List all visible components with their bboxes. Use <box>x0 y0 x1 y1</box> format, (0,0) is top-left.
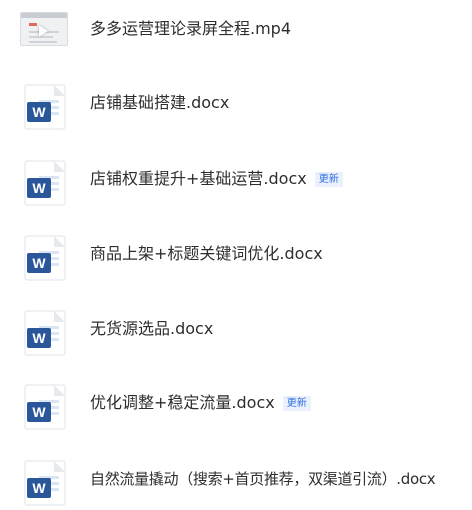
file-name-text: 多多运营理论录屏全程.mp4 <box>90 19 292 38</box>
file-name: 多多运营理论录屏全程.mp4 <box>90 19 291 39</box>
file-name: 店铺基础搭建.docx <box>90 93 229 113</box>
file-name-text: 无货源选品.docx <box>90 319 214 338</box>
update-badge: 更新 <box>314 172 343 187</box>
svg-text:W: W <box>32 255 46 271</box>
file-row-word[interactable]: W 无货源选品.docx <box>0 304 472 360</box>
file-row-word[interactable]: W 自然流量撬动（搜索+首页推荐，双渠道引流）.docx <box>0 454 472 510</box>
svg-text:W: W <box>32 180 46 196</box>
file-name-text: 店铺基础搭建.docx <box>90 93 230 112</box>
file-row-word[interactable]: W 商品上架+标题关键词优化.docx <box>0 229 472 285</box>
svg-text:W: W <box>32 480 46 496</box>
word-doc-icon: W <box>24 310 66 356</box>
word-doc-icon: W <box>24 235 66 281</box>
word-doc-icon: W <box>24 84 66 130</box>
word-doc-icon: W <box>24 460 66 506</box>
word-doc-icon: W <box>24 160 66 206</box>
file-name-text: 商品上架+标题关键词优化.docx <box>90 244 323 263</box>
file-name: 优化调整+稳定流量.docx 更新 <box>90 393 311 413</box>
svg-text:W: W <box>32 104 46 120</box>
file-name-text: 自然流量撬动（搜索+首页推荐，双渠道引流）.docx <box>90 470 436 488</box>
file-row-video[interactable]: 多多运营理论录屏全程.mp4 <box>0 4 472 60</box>
file-list: 多多运营理论录屏全程.mp4 W 店铺基础搭建.docx W 店铺权重提升+基础… <box>0 0 472 508</box>
file-name: 店铺权重提升+基础运营.docx 更新 <box>90 169 343 189</box>
file-row-word[interactable]: W 店铺基础搭建.docx <box>0 78 472 134</box>
file-name-text: 店铺权重提升+基础运营.docx <box>90 169 307 188</box>
update-badge: 更新 <box>282 396 311 411</box>
file-name-text: 优化调整+稳定流量.docx <box>90 393 275 412</box>
file-row-word[interactable]: W 店铺权重提升+基础运营.docx 更新 <box>0 154 472 210</box>
file-name: 商品上架+标题关键词优化.docx <box>90 244 323 264</box>
svg-text:W: W <box>32 330 46 346</box>
video-thumbnail-icon <box>20 12 68 46</box>
file-name: 自然流量撬动（搜索+首页推荐，双渠道引流）.docx <box>90 469 436 489</box>
file-name: 无货源选品.docx <box>90 319 213 339</box>
file-row-word[interactable]: W 优化调整+稳定流量.docx 更新 <box>0 378 472 434</box>
word-doc-icon: W <box>24 384 66 430</box>
svg-text:W: W <box>32 404 46 420</box>
